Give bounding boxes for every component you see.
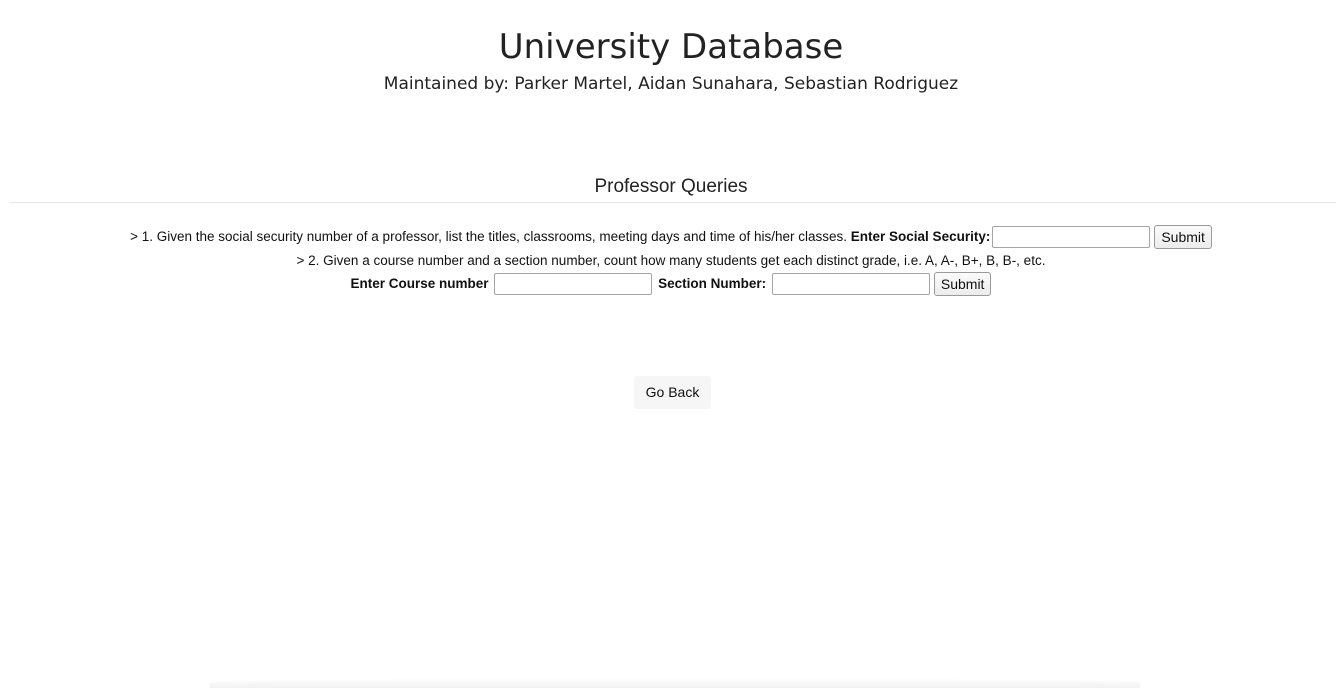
section-title: Professor Queries: [594, 176, 748, 197]
query-1-form: > 1. Given the social security number of…: [0, 224, 1342, 250]
page-title: University Database: [498, 27, 844, 67]
section-number-label: Section Number:: [658, 276, 767, 291]
course-number-input[interactable]: [494, 273, 653, 296]
query-1-submit-button[interactable]: Submit: [1154, 225, 1212, 250]
maintainers-text: Maintained by: Parker Martel, Aidan Suna…: [383, 74, 959, 94]
course-number-label: Enter Course number: [350, 276, 489, 291]
section-divider: [10, 202, 1336, 203]
section-number-input[interactable]: [771, 273, 930, 296]
ssn-label: Enter Social Security:: [850, 229, 991, 244]
window-bottom-shadow: [210, 678, 1140, 688]
query-1-description: > 1. Given the social security number of…: [130, 229, 848, 244]
ssn-input[interactable]: [992, 226, 1151, 249]
query-2-description: > 2. Given a course number and a section…: [296, 253, 1046, 268]
go-back-button[interactable]: Go Back: [634, 376, 711, 409]
query-2-submit-button[interactable]: Submit: [933, 272, 992, 297]
query-2-form: Enter Course number Section Number: Subm…: [0, 271, 1342, 297]
